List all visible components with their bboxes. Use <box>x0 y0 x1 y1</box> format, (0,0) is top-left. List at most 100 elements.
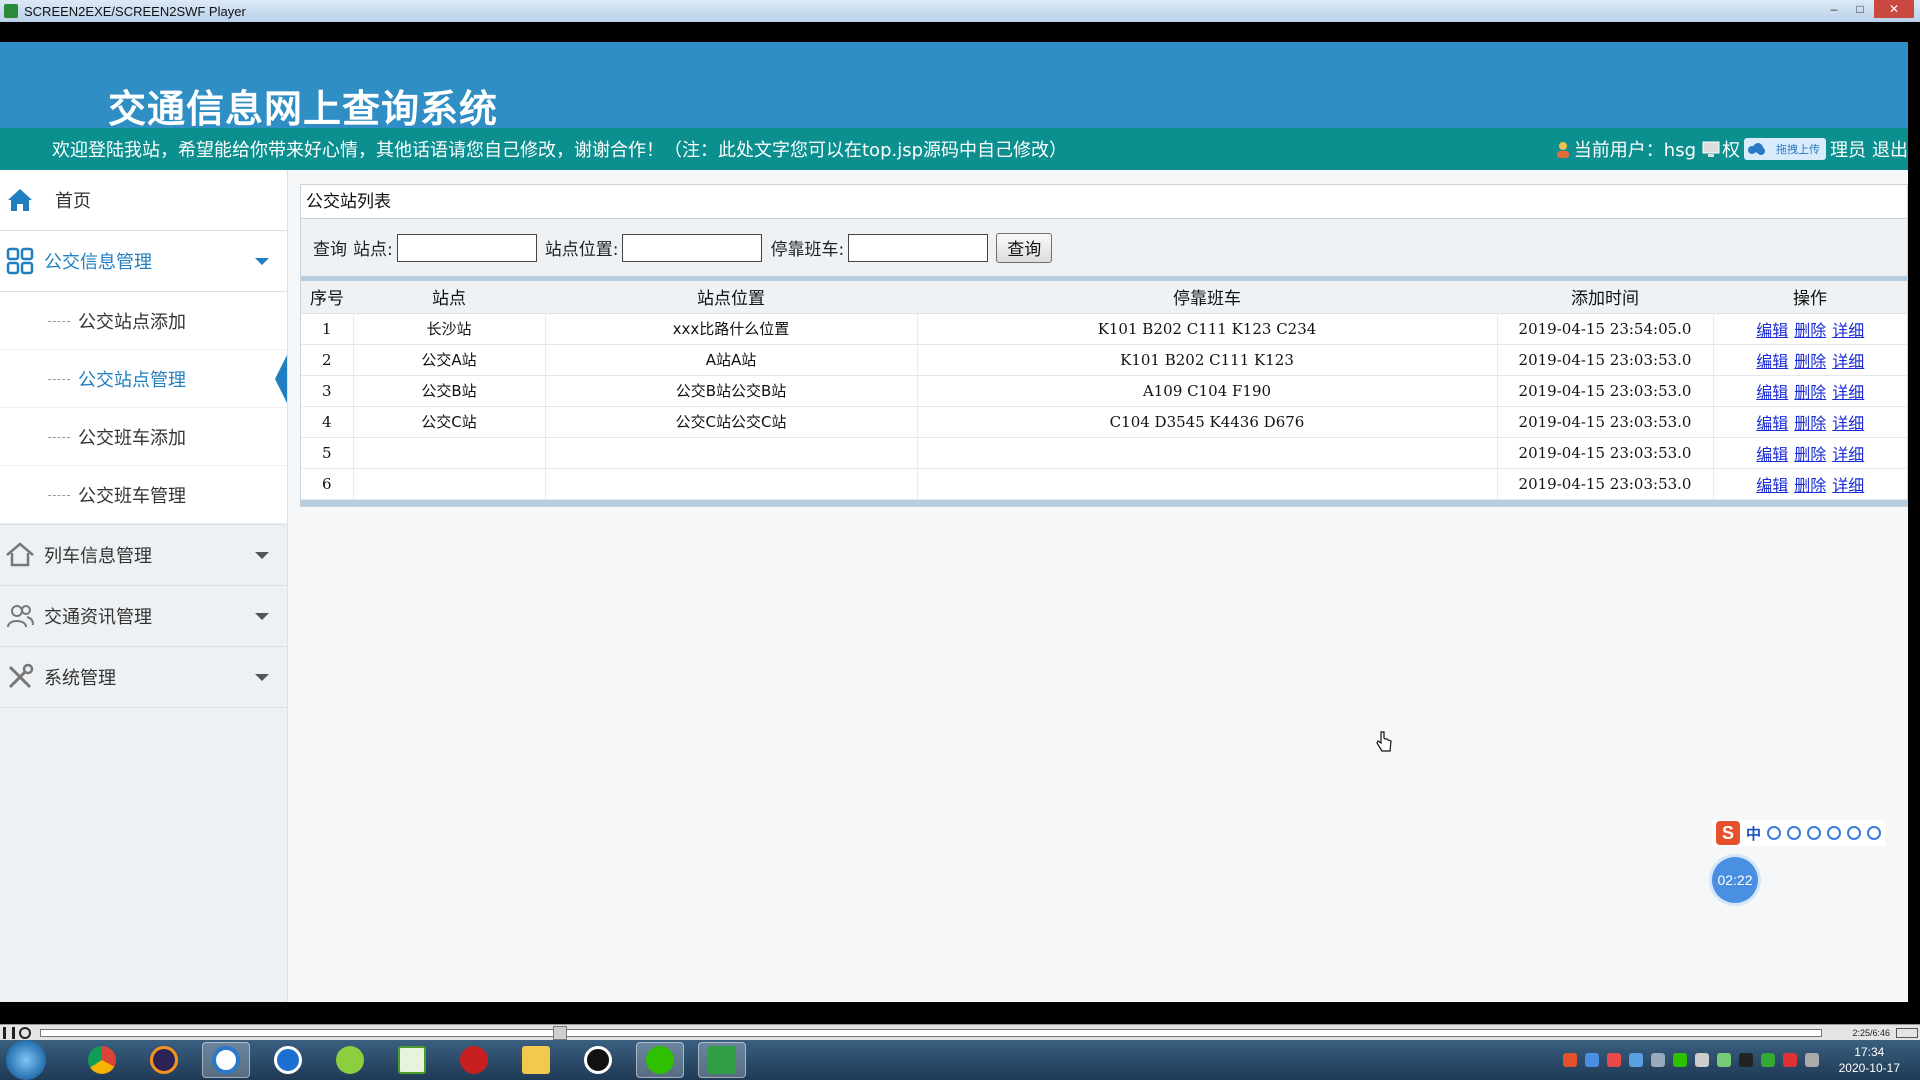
submenu-bus: 公交站点添加 公交站点管理 公交班车添加 公交班车管理 <box>0 292 287 525</box>
leaf-app-icon[interactable] <box>326 1042 374 1078</box>
skin-icon[interactable] <box>1847 826 1862 840</box>
taskbar-clock[interactable]: 17:34 2020-10-17 <box>1839 1044 1900 1076</box>
qq-icon[interactable] <box>574 1042 622 1078</box>
keyboard-icon[interactable] <box>1827 826 1842 840</box>
tray-flag-icon[interactable] <box>1716 1053 1731 1067</box>
upload-badge[interactable]: 拖拽上传 <box>1744 138 1826 160</box>
recording-timer[interactable]: 02:22 <box>1712 857 1758 903</box>
role-text-before: 权 <box>1722 140 1740 161</box>
role-text-after: 理员 <box>1830 140 1866 161</box>
cell-actions: 编辑 删除 详细 <box>1713 313 1907 345</box>
edit-link[interactable]: 编辑 <box>1756 321 1788 340</box>
browser-icon[interactable] <box>264 1042 312 1078</box>
detail-link[interactable]: 详细 <box>1832 476 1864 495</box>
house-outline-icon <box>6 542 34 567</box>
cell-time: 2019-04-15 23:54:05.0 <box>1497 313 1714 345</box>
sidebar-group-news[interactable]: 交通资讯管理 <box>0 586 287 647</box>
tray-volume-icon[interactable] <box>1694 1053 1709 1067</box>
emoji-icon[interactable] <box>1787 826 1802 840</box>
punctuation-icon[interactable] <box>1767 826 1782 840</box>
close-icon[interactable]: ✕ <box>1874 0 1914 18</box>
delete-link[interactable]: 删除 <box>1794 321 1826 340</box>
tray-wechat-icon[interactable] <box>1672 1053 1687 1067</box>
sidebar-item-home[interactable]: 首页 <box>0 170 287 231</box>
sidebar-group-system[interactable]: 系统管理 <box>0 647 287 708</box>
wechat-icon[interactable] <box>636 1042 684 1078</box>
delete-link[interactable]: 删除 <box>1794 383 1826 402</box>
sidebar-home-label: 首页 <box>55 191 91 212</box>
eclipse-icon[interactable] <box>140 1042 188 1078</box>
tray-battery-icon[interactable] <box>1760 1053 1775 1067</box>
sidebar-group-train[interactable]: 列车信息管理 <box>0 525 287 586</box>
logout-link[interactable]: 退出 <box>1872 136 1908 162</box>
detail-link[interactable]: 详细 <box>1832 414 1864 433</box>
tray-app-icon[interactable] <box>1650 1053 1665 1067</box>
detail-link[interactable]: 详细 <box>1832 383 1864 402</box>
flash-icon[interactable] <box>450 1042 498 1078</box>
sogou-logo-icon[interactable]: S <box>1716 821 1740 845</box>
sidebar-group-news-label: 交通资讯管理 <box>44 607 152 628</box>
edit-link[interactable]: 编辑 <box>1756 445 1788 464</box>
sidebar-group-bus[interactable]: 公交信息管理 <box>0 231 287 292</box>
chrome-icon[interactable] <box>78 1042 126 1078</box>
cell-no: 2 <box>301 344 354 376</box>
delete-link[interactable]: 删除 <box>1794 476 1826 495</box>
delete-link[interactable]: 删除 <box>1794 445 1826 464</box>
bus-input[interactable] <box>848 233 989 262</box>
detail-link[interactable]: 详细 <box>1832 321 1864 340</box>
maximize-icon[interactable]: □ <box>1848 0 1872 18</box>
player-time: 2:25/6:46 <box>1852 1027 1890 1038</box>
sidebar: 首页 公交信息管理 公交站点添加 公交站点管理 公交班车添加 公交班车管理 列车… <box>0 170 288 1002</box>
pause-icon[interactable] <box>3 1026 15 1039</box>
tray-speaker-icon[interactable] <box>1782 1053 1797 1067</box>
sidebar-item-bus-station-add[interactable]: 公交站点添加 <box>0 292 287 350</box>
stop-icon[interactable] <box>19 1026 31 1039</box>
chevron-down-icon <box>255 257 269 265</box>
detail-link[interactable]: 详细 <box>1832 445 1864 464</box>
cell-station <box>353 468 546 500</box>
table-row: 2 公交A站 A站A站 K101 B202 C111 K123 2019-04-15 2… <box>301 344 1907 376</box>
tray-qq-icon[interactable] <box>1738 1053 1753 1067</box>
sidebar-group-system-label: 系统管理 <box>44 668 116 689</box>
tray-network-icon[interactable] <box>1584 1053 1599 1067</box>
ime-toolbar: S 中 <box>1712 820 1886 846</box>
spreadsheet-icon[interactable] <box>388 1042 436 1078</box>
delete-link[interactable]: 删除 <box>1794 352 1826 371</box>
table-body: 1 长沙站 xxx比路什么位置 K101 B202 C111 K123 C234 201… <box>301 313 1907 500</box>
cell-actions: 编辑 删除 详细 <box>1713 437 1907 469</box>
screen2exe-icon[interactable] <box>698 1042 746 1078</box>
baidu-netdisk-icon[interactable] <box>202 1042 250 1078</box>
file-explorer-icon[interactable] <box>512 1042 560 1078</box>
edit-link[interactable]: 编辑 <box>1756 352 1788 371</box>
edit-link[interactable]: 编辑 <box>1756 476 1788 495</box>
toolbox-icon[interactable] <box>1867 826 1882 840</box>
cell-buses: C104 D3545 K4436 D676 <box>917 406 1498 438</box>
player-options-icon[interactable] <box>1896 1027 1918 1038</box>
tray-shield-icon[interactable] <box>1628 1053 1643 1067</box>
tray-sogou-icon[interactable] <box>1562 1053 1577 1067</box>
cell-location <box>545 468 918 500</box>
search-button[interactable]: 查询 <box>996 232 1053 263</box>
sidebar-item-bus-route-manage[interactable]: 公交班车管理 <box>0 466 287 524</box>
edit-link[interactable]: 编辑 <box>1756 414 1788 433</box>
col-actions: 操作 <box>1713 281 1907 314</box>
welcome-text: 欢迎登陆我站，希望能给你带来好心情，其他话语请您自己修改，谢谢合作！（注：此处文… <box>52 140 1068 161</box>
col-buses: 停靠班车 <box>917 281 1497 314</box>
edit-link[interactable]: 编辑 <box>1756 383 1788 402</box>
microphone-icon[interactable] <box>1807 826 1822 840</box>
seek-handle[interactable] <box>553 1025 568 1040</box>
delete-link[interactable]: 删除 <box>1794 414 1826 433</box>
tray-display-icon[interactable] <box>1804 1053 1819 1067</box>
sidebar-item-bus-station-manage[interactable]: 公交站点管理 <box>0 350 287 408</box>
seek-bar[interactable] <box>40 1025 1822 1040</box>
ime-mode[interactable]: 中 <box>1746 823 1761 844</box>
detail-link[interactable]: 详细 <box>1832 352 1864 371</box>
start-button-icon[interactable] <box>6 1040 46 1080</box>
station-input[interactable] <box>396 233 537 262</box>
sidebar-item-bus-route-add[interactable]: 公交班车添加 <box>0 408 287 466</box>
location-input[interactable] <box>622 233 763 262</box>
tray-security-icon[interactable] <box>1606 1053 1621 1067</box>
station-label: 站点: <box>353 240 393 260</box>
minimize-icon[interactable]: – <box>1822 0 1846 18</box>
cell-location <box>545 437 918 469</box>
